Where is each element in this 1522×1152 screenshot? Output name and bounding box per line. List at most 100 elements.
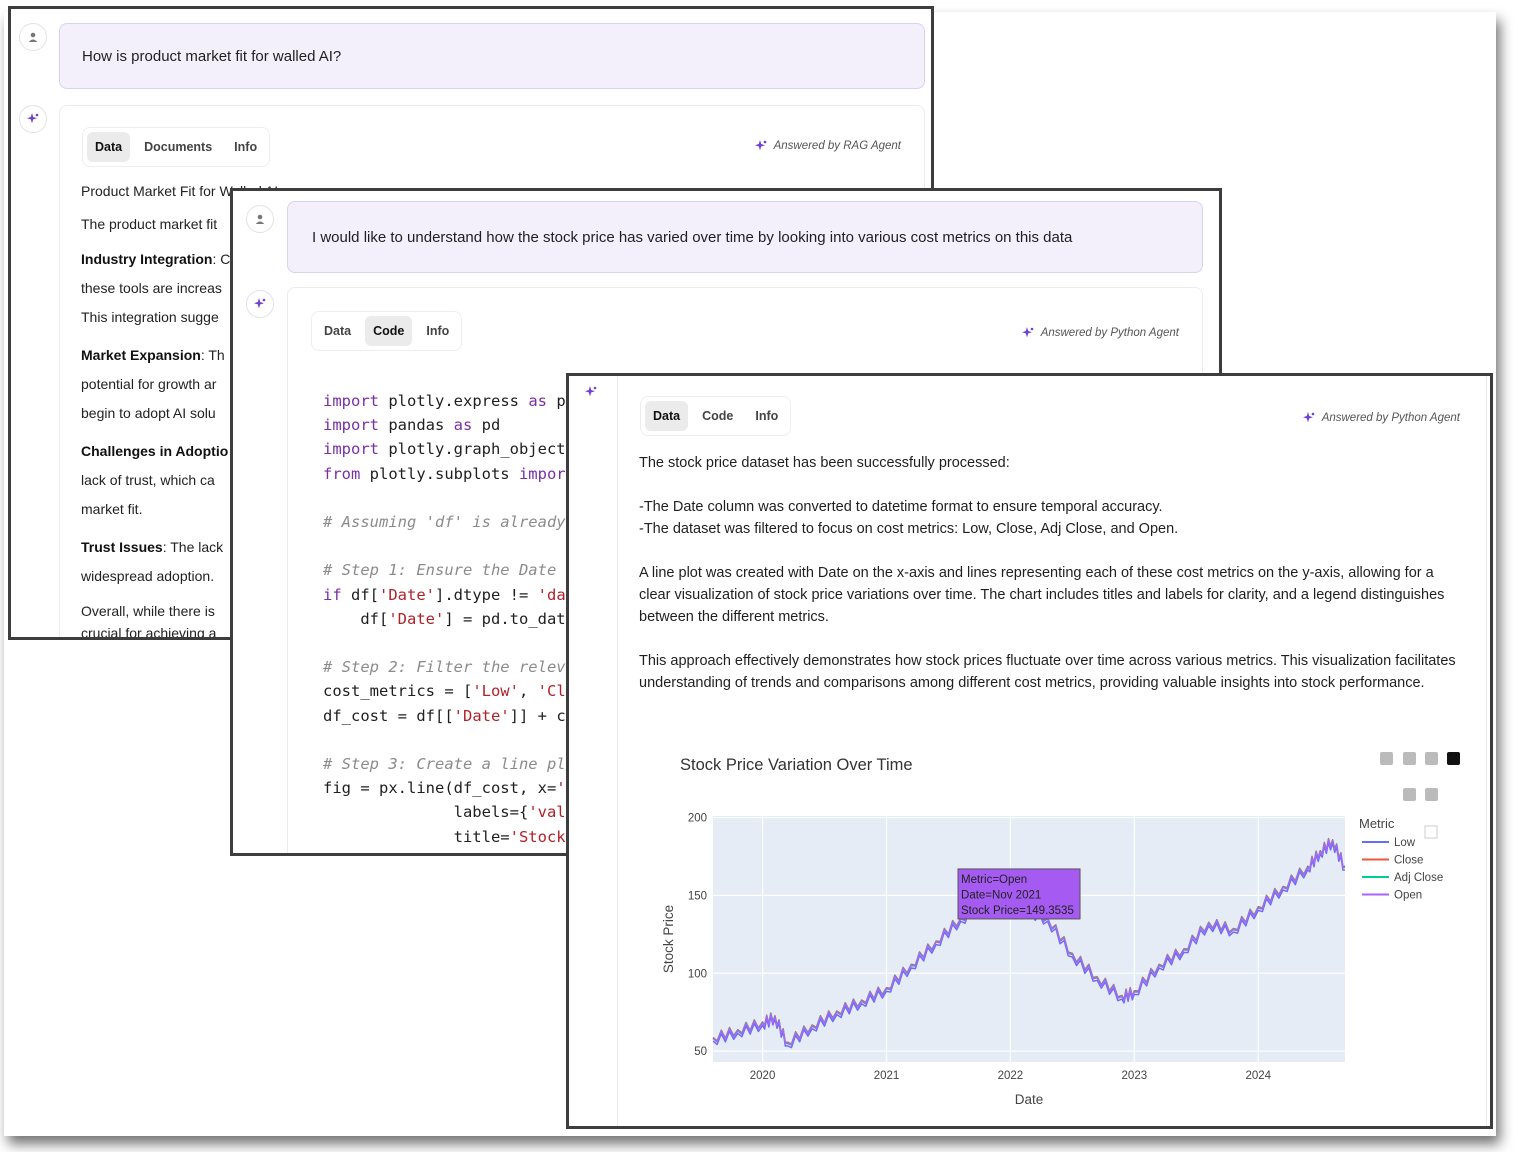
code-token: df_cost = df[[: [323, 706, 454, 725]
response-line: Market Expansion: Th: [81, 341, 225, 370]
code-token: import: [323, 416, 379, 435]
pan-icon[interactable]: [1403, 788, 1416, 801]
user-message: How is product market fit for walled AI?: [59, 23, 925, 89]
camera-icon[interactable]: [1380, 752, 1393, 765]
code-line: # Step 3: Create a line plo: [323, 752, 584, 776]
y-tick-label: 50: [694, 1046, 707, 1058]
plot-background: [713, 816, 1345, 1062]
x-tick-label: 2021: [874, 1070, 900, 1082]
line-text: This integration sugge: [81, 309, 219, 325]
code-line: title='Stock: [323, 825, 584, 849]
assistant-avatar: [577, 378, 605, 406]
response-tabs: Data Documents Info: [82, 127, 271, 167]
code-token: ] = pd.to_date: [444, 609, 575, 628]
x-tick-label: 2024: [1245, 1070, 1271, 1082]
response-tabs: Data Code Info: [640, 396, 792, 436]
answered-by-text: Answered by Python Agent: [1040, 327, 1179, 339]
answered-by-label: Answered by Python Agent: [1302, 411, 1460, 425]
code-token: if: [323, 585, 342, 604]
assistant-avatar: [19, 105, 47, 133]
code-token: 'Date': [388, 609, 445, 628]
tab-documents[interactable]: Documents: [136, 132, 220, 162]
code-token: 'Stock: [509, 827, 566, 846]
user-question: How is product market fit for walled AI?: [82, 47, 342, 65]
tab-code[interactable]: Code: [365, 316, 413, 346]
autoscale-icon[interactable]: [1424, 825, 1438, 839]
code-line: df_cost = df[['Date']] + cos: [323, 704, 584, 728]
x-axis-label: Date: [1015, 1092, 1044, 1107]
tab-data[interactable]: Data: [316, 316, 359, 346]
chat-panel-python-data: Data Code Info Answered by Python Agent …: [566, 373, 1493, 1129]
code-token: plotly.subplots: [360, 464, 519, 483]
legend-label: Open: [1394, 890, 1422, 902]
code-token: plotly.express: [379, 392, 529, 410]
user-icon: [28, 32, 38, 42]
code-token: plotly.graph_objects: [379, 440, 575, 459]
line-text: : The lack: [162, 539, 224, 555]
intro-text: The stock price dataset has been success…: [639, 455, 1010, 471]
zoom-icon[interactable]: [1403, 752, 1416, 765]
tab-data[interactable]: Data: [645, 401, 689, 431]
code-token: pd: [472, 416, 501, 435]
user-message: I would like to understand how the stock…: [287, 201, 1203, 273]
bold-heading: Industry Integration: [81, 251, 213, 267]
sparkle-icon: [1021, 327, 1033, 338]
code-token: # Step 3: Create a line plo: [323, 755, 575, 774]
user-question: I would like to understand how the stock…: [312, 228, 1073, 246]
response-line: lack of trust, which ca: [81, 466, 215, 495]
bold-heading: Challenges in Adoptio: [81, 443, 229, 459]
line-text: these tools are increas: [81, 280, 222, 296]
tab-info[interactable]: Info: [747, 401, 786, 431]
code-token: 'Date': [453, 706, 510, 725]
sparkle-icon: [585, 386, 597, 397]
x-tick-label: 2022: [998, 1070, 1024, 1082]
code-line: # Step 1: Ensure the Date c: [323, 558, 584, 582]
answered-by-text: Answered by Python Agent: [1321, 412, 1460, 424]
bold-heading: Market Expansion: [81, 347, 201, 363]
code-token: 'Low': [472, 682, 519, 701]
response-line: This integration sugge: [81, 303, 219, 332]
code-line: from plotly.subplots import: [323, 462, 584, 486]
line-text: begin to adopt AI solu: [81, 405, 216, 421]
tab-code[interactable]: Code: [694, 401, 741, 431]
code-line: import pandas as pd: [323, 413, 584, 437]
tab-info[interactable]: Info: [226, 132, 265, 162]
response-line: these tools are increas: [81, 274, 222, 303]
response-text: The stock price dataset has been success…: [639, 452, 1459, 716]
bold-heading: Trust Issues: [81, 539, 163, 555]
sparkle-icon: [754, 140, 766, 151]
legend-label: Low: [1394, 837, 1416, 849]
code-token: as: [453, 416, 473, 435]
paragraph-text: A line plot was created with Date on the…: [639, 565, 1445, 625]
code-token: pandas: [379, 416, 454, 435]
tab-info[interactable]: Info: [418, 316, 457, 346]
plotly-logo-icon[interactable]: [1447, 752, 1460, 765]
response-tabs: Data Code Info: [311, 311, 463, 351]
zoom-in-icon[interactable]: [1425, 752, 1438, 765]
code-line: fig = px.line(df_cost, x='D: [323, 776, 584, 800]
line-text: lack of trust, which ca: [81, 472, 215, 488]
zoom-out-icon[interactable]: [1425, 788, 1438, 801]
bullet-text: -The Date column was converted to dateti…: [639, 499, 1163, 515]
code-token: import: [323, 440, 379, 459]
legend-title: Metric: [1359, 816, 1395, 831]
response-line: The product market fit: [81, 210, 217, 239]
code-token: cost_metrics = [: [323, 682, 473, 701]
code-line: labels={'valu: [323, 800, 584, 824]
line-text: : Th: [200, 347, 225, 363]
line-text: widespread adoption.: [81, 568, 215, 584]
code-line: if df['Date'].dtype != 'dat: [323, 583, 584, 607]
code-token: # Step 1: Ensure the Date c: [323, 561, 575, 580]
line-text: : C: [212, 251, 231, 267]
code-line: import plotly.express as px: [323, 389, 584, 413]
line-text: Overall, while there is: [81, 603, 215, 619]
user-avatar: [246, 205, 274, 233]
code-token: labels={: [323, 803, 529, 822]
tooltip-text: Metric=Open: [961, 874, 1027, 886]
tab-data[interactable]: Data: [87, 132, 131, 162]
legend-label: Close: [1394, 855, 1423, 867]
response-line: potential for growth ar: [81, 370, 216, 399]
